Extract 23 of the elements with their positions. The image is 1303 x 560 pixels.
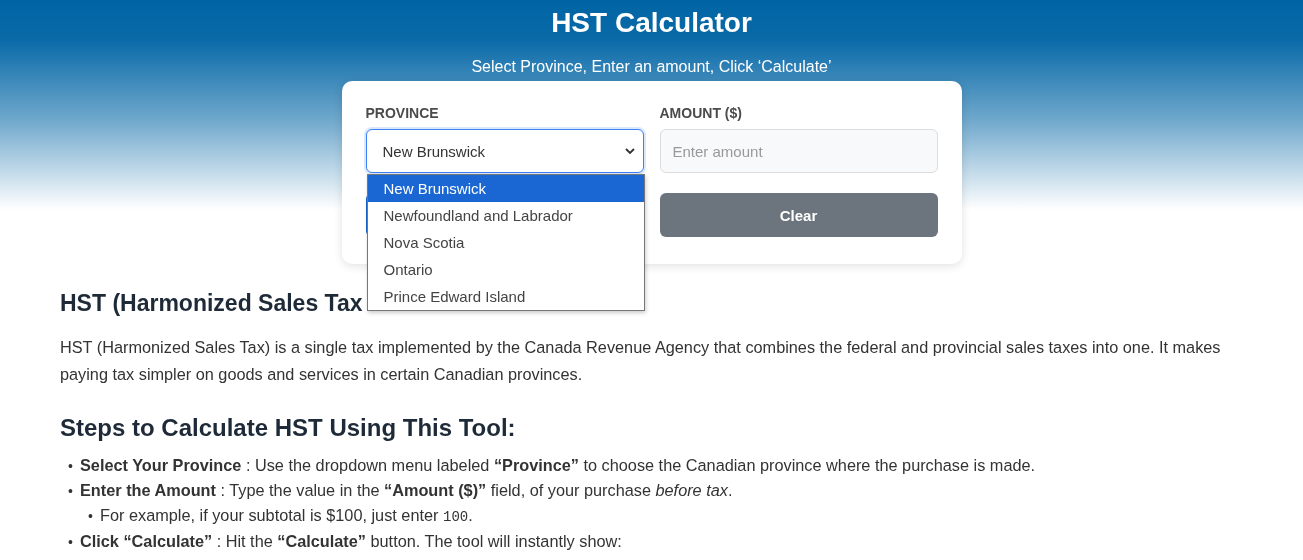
province-label: PROVINCE (365, 105, 439, 121)
province-option[interactable]: Newfoundland and Labrador (367, 202, 644, 229)
page-subtitle: Select Province, Enter an amount, Click ‘Calculate’ (470, 57, 833, 77)
amount-label: AMOUNT ($) (659, 105, 742, 121)
province-option[interactable]: New Brunswick (367, 175, 644, 202)
province-option[interactable]: Ontario (367, 256, 644, 283)
list-bullet: • (88, 507, 94, 526)
list-bullet: • (68, 457, 74, 476)
chevron-down-icon (624, 147, 635, 155)
page-title: HST Calculator (550, 6, 753, 40)
list-bullet: • (68, 533, 74, 552)
step-text: For example, if your subtotal is $100, just enter 100. (100, 505, 473, 527)
section-heading: HST (Harmonized Sales Tax (60, 289, 363, 318)
section-heading: Steps to Calculate HST Using This Tool: (60, 413, 516, 443)
province-option[interactable]: Nova Scotia (367, 229, 644, 256)
step-text: Select Your Province : Use the dropdown menu labeled “Province” to choose the Canadian province where the purchase is made. (80, 455, 1036, 476)
intro-paragraph: HST (Harmonized Sales Tax) is a single tax implemented by the Canada Revenue Agency that combines the federal and provincial sales taxes into one. It makes paying tax simpler on goods and services in certain Canadian provinces. (60, 337, 1222, 385)
amount-field[interactable]: Enter amount (659, 129, 938, 173)
province-option[interactable]: Prince Edward Island (367, 283, 644, 310)
step-text: Enter the Amount : Type the value in the “Amount ($)” field, of your purchase before tax. (80, 480, 733, 501)
clear-button[interactable]: Clear (659, 193, 938, 237)
list-bullet: • (68, 482, 74, 501)
step-text: Click “Calculate” : Hit the “Calculate” button. The tool will instantly show: (80, 531, 622, 552)
